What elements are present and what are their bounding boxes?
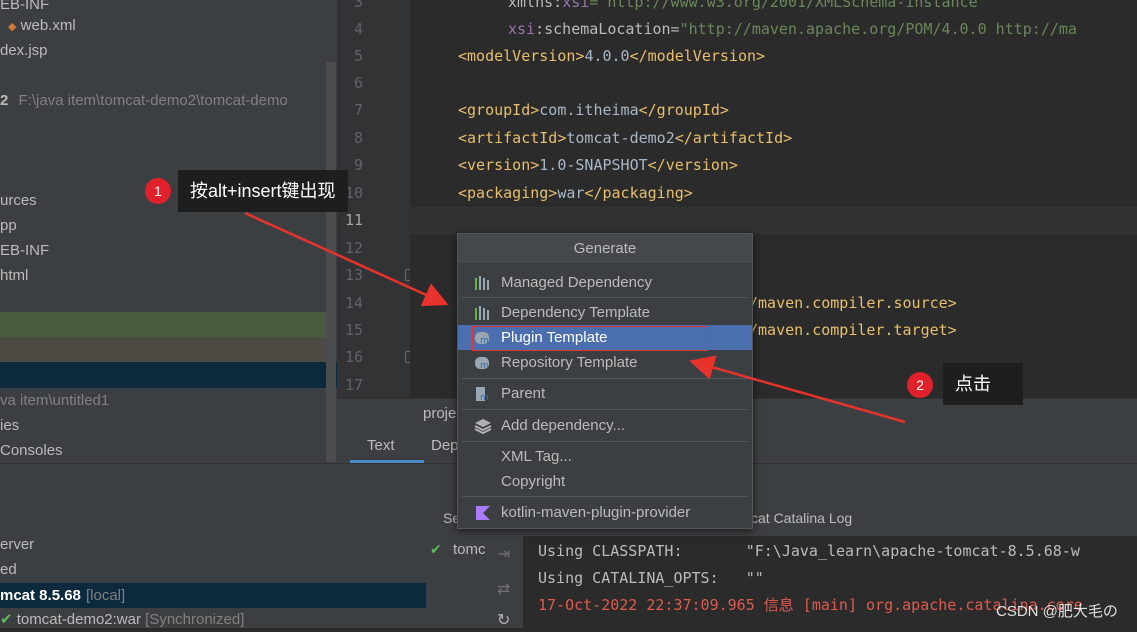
arrow-to-popup <box>244 211 449 307</box>
annotation-arrows <box>244 211 906 424</box>
arrow-to-plugin-template <box>689 355 906 424</box>
